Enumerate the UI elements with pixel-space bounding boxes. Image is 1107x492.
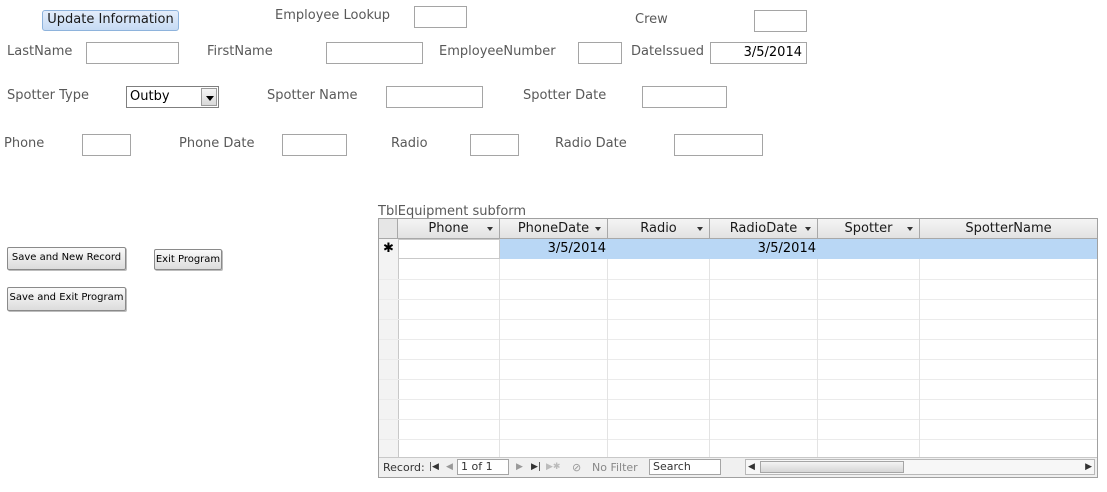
current-record-field[interactable]: 1 of 1 [457, 459, 509, 475]
spotter-date-label: Spotter Date [523, 88, 607, 103]
selector-header [379, 219, 398, 239]
column-header-spotter[interactable]: Spotter [818, 219, 920, 239]
chevron-down-icon[interactable] [595, 227, 601, 231]
phone-label: Phone [4, 136, 45, 151]
update-information-button[interactable]: Update Information [42, 10, 179, 31]
column-header-spottername[interactable]: SpotterName [920, 219, 1097, 239]
phonedate-cell[interactable]: 3/5/2014 [500, 239, 608, 259]
column-header-label: PhoneDate [517, 221, 590, 236]
phone-cell[interactable] [398, 239, 500, 259]
spottername-cell[interactable] [920, 239, 1097, 259]
first-record-icon[interactable]: |◀ [429, 460, 439, 475]
column-header-phonedate[interactable]: PhoneDate [500, 219, 608, 239]
phone-date-field[interactable] [282, 134, 347, 156]
dateissued-label: DateIssued [631, 44, 704, 59]
horizontal-scrollbar[interactable]: ◀ ▶ [745, 459, 1095, 475]
scroll-right-icon[interactable]: ▶ [1085, 460, 1092, 474]
radio-label: Radio [391, 136, 428, 151]
no-filter-label[interactable]: No Filter [592, 460, 638, 475]
column-header-radio[interactable]: Radio [608, 219, 710, 239]
spotter-cell[interactable] [818, 239, 920, 259]
scroll-left-icon[interactable]: ◀ [748, 460, 755, 474]
column-header-label: RadioDate [729, 221, 798, 236]
scrollbar-thumb[interactable] [760, 461, 904, 473]
radio-date-field[interactable] [674, 134, 763, 156]
next-record-icon[interactable]: ▶ [516, 460, 523, 475]
crew-field[interactable] [754, 10, 807, 32]
radio-cell[interactable] [608, 239, 710, 259]
phone-date-label: Phone Date [179, 136, 255, 151]
chevron-down-icon[interactable] [487, 227, 493, 231]
firstname-field[interactable] [326, 42, 423, 64]
lastname-field[interactable] [86, 42, 179, 64]
record-label: Record: [383, 461, 425, 474]
exit-program-button[interactable]: Exit Program [154, 249, 222, 270]
phone-field[interactable] [82, 134, 131, 156]
employee-lookup-label: Employee Lookup [275, 8, 391, 23]
spotter-date-field[interactable] [642, 86, 727, 108]
new-record-icon[interactable]: ▶✱ [546, 460, 560, 475]
column-header-phone[interactable]: Phone [398, 219, 500, 239]
chevron-down-icon[interactable] [201, 88, 217, 106]
previous-record-icon[interactable]: ◀ [446, 460, 453, 475]
filter-funnel-icon[interactable]: ⊘ [572, 460, 581, 475]
dateissued-field[interactable]: 3/5/2014 [710, 42, 807, 64]
column-header-label: Phone [428, 221, 469, 236]
column-header-label: Radio [640, 221, 677, 236]
chevron-down-icon[interactable] [805, 227, 811, 231]
firstname-label: FirstName [207, 44, 273, 59]
column-header-label: SpotterName [965, 221, 1052, 236]
spotter-type-label: Spotter Type [7, 88, 89, 103]
employeenumber-field[interactable] [578, 42, 622, 64]
search-input[interactable]: Search [649, 459, 721, 475]
chevron-down-icon[interactable] [907, 227, 913, 231]
column-header-radiodate[interactable]: RadioDate [710, 219, 818, 239]
spotter-name-label: Spotter Name [267, 88, 358, 103]
spotter-type-select[interactable]: Outby [126, 86, 219, 108]
spotter-type-value: Outby [130, 89, 170, 104]
radio-field[interactable] [470, 134, 519, 156]
radio-date-label: Radio Date [555, 136, 627, 151]
record-navigation-bar: Record: |◀ ◀ 1 of 1 ▶ ▶| ▶✱ ⊘ No Filter … [379, 457, 1097, 477]
last-record-icon[interactable]: ▶| [531, 460, 541, 475]
chevron-down-icon[interactable] [697, 227, 703, 231]
spotter-name-field[interactable] [386, 86, 483, 108]
lastname-label: LastName [7, 44, 73, 59]
save-and-new-record-button[interactable]: Save and New Record [7, 247, 126, 270]
equipment-subform-datasheet[interactable]: ✱ 3/5/2014 3/5/2014 Phone PhoneDate Radi… [378, 218, 1098, 478]
crew-label: Crew [635, 12, 668, 27]
employeenumber-label: EmployeeNumber [439, 44, 556, 59]
save-and-exit-program-button[interactable]: Save and Exit Program [7, 287, 126, 311]
employee-lookup-field[interactable] [414, 6, 467, 28]
radiodate-cell[interactable]: 3/5/2014 [710, 239, 818, 259]
column-header-label: Spotter [844, 221, 893, 236]
new-record-marker-icon: ✱ [383, 241, 394, 256]
